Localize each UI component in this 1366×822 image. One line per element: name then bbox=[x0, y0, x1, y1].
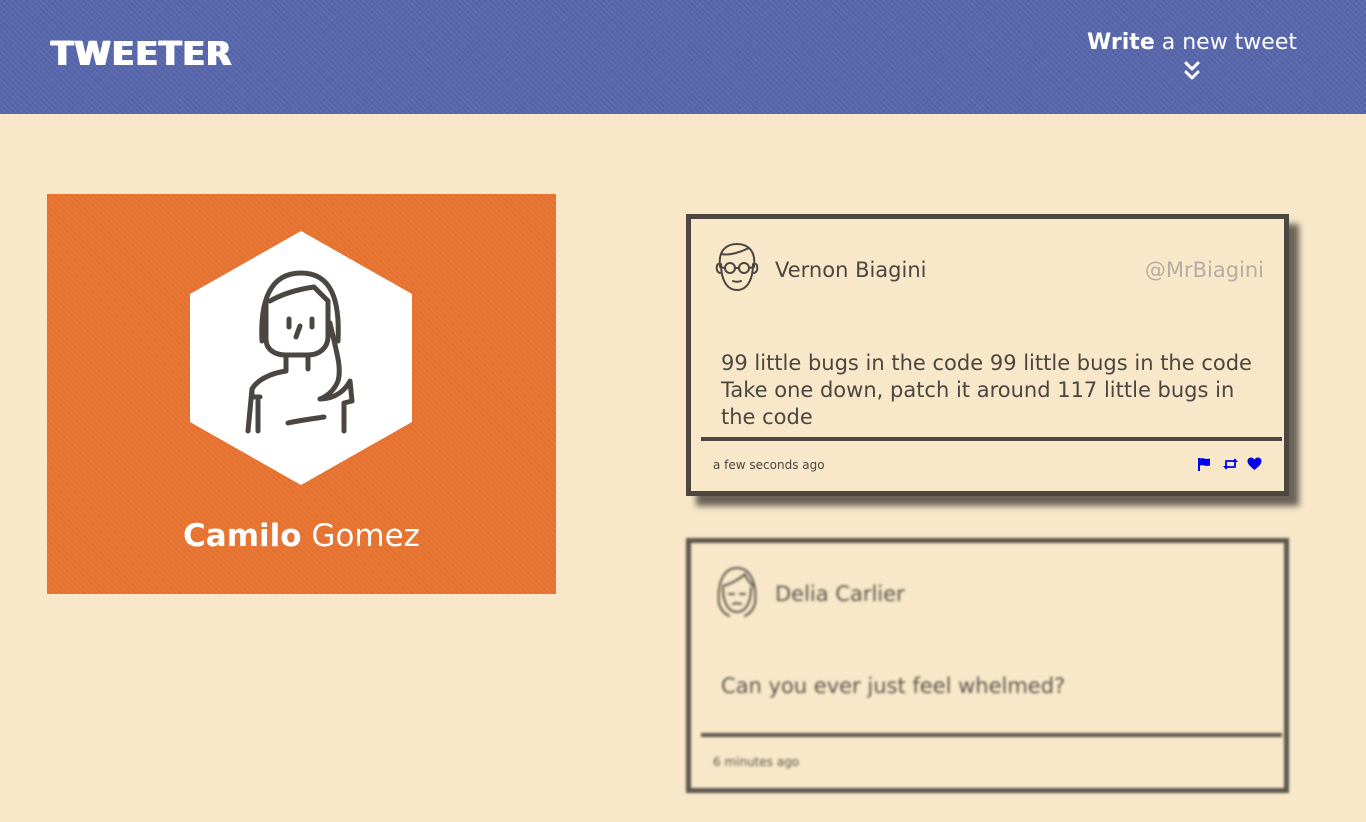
tweet-author-name: Vernon Biagini bbox=[775, 258, 927, 282]
tweet-divider bbox=[701, 437, 1282, 441]
brand-logo[interactable]: TWEETER bbox=[51, 34, 232, 74]
woman-avatar-icon bbox=[190, 231, 412, 485]
double-chevron-down-icon[interactable] bbox=[1184, 61, 1200, 81]
profile-name: Camilo Gomez bbox=[47, 516, 556, 556]
tweet-author-name: Delia Carlier bbox=[775, 582, 905, 606]
tweet-actions bbox=[1197, 456, 1262, 471]
compose-label-bold: Write bbox=[1087, 30, 1155, 55]
tweet-divider bbox=[701, 733, 1282, 737]
profile-card: Camilo Gomez bbox=[47, 194, 556, 594]
woman-avatar-icon bbox=[717, 567, 757, 617]
tweet-timestamp: 6 minutes ago bbox=[713, 755, 800, 769]
retweet-icon[interactable] bbox=[1222, 456, 1238, 470]
top-nav-bar: TWEETER Write a new tweet bbox=[0, 0, 1366, 114]
heart-icon[interactable] bbox=[1247, 456, 1262, 470]
tweet-card[interactable]: Delia Carlier Can you ever just feel whe… bbox=[686, 538, 1289, 793]
profile-last-name: Gomez bbox=[301, 518, 420, 554]
tweet-author-handle: @MrBiagini bbox=[1144, 258, 1264, 282]
compose-label[interactable]: Write a new tweet bbox=[1087, 29, 1297, 57]
write-new-tweet-toggle[interactable]: Write a new tweet bbox=[1087, 29, 1297, 81]
tweet-timestamp: a few seconds ago bbox=[713, 458, 825, 472]
profile-first-name: Camilo bbox=[183, 518, 302, 554]
tweet-text: Can you ever just feel whelmed? bbox=[721, 674, 1066, 698]
tweet-card[interactable]: Vernon Biagini @MrBiagini 99 little bugs… bbox=[686, 214, 1289, 496]
compose-label-rest: a new tweet bbox=[1154, 30, 1297, 55]
man-with-glasses-avatar-icon bbox=[715, 243, 759, 291]
tweet-text: 99 little bugs in the code 99 little bug… bbox=[721, 351, 1252, 429]
flag-icon[interactable] bbox=[1197, 456, 1212, 471]
